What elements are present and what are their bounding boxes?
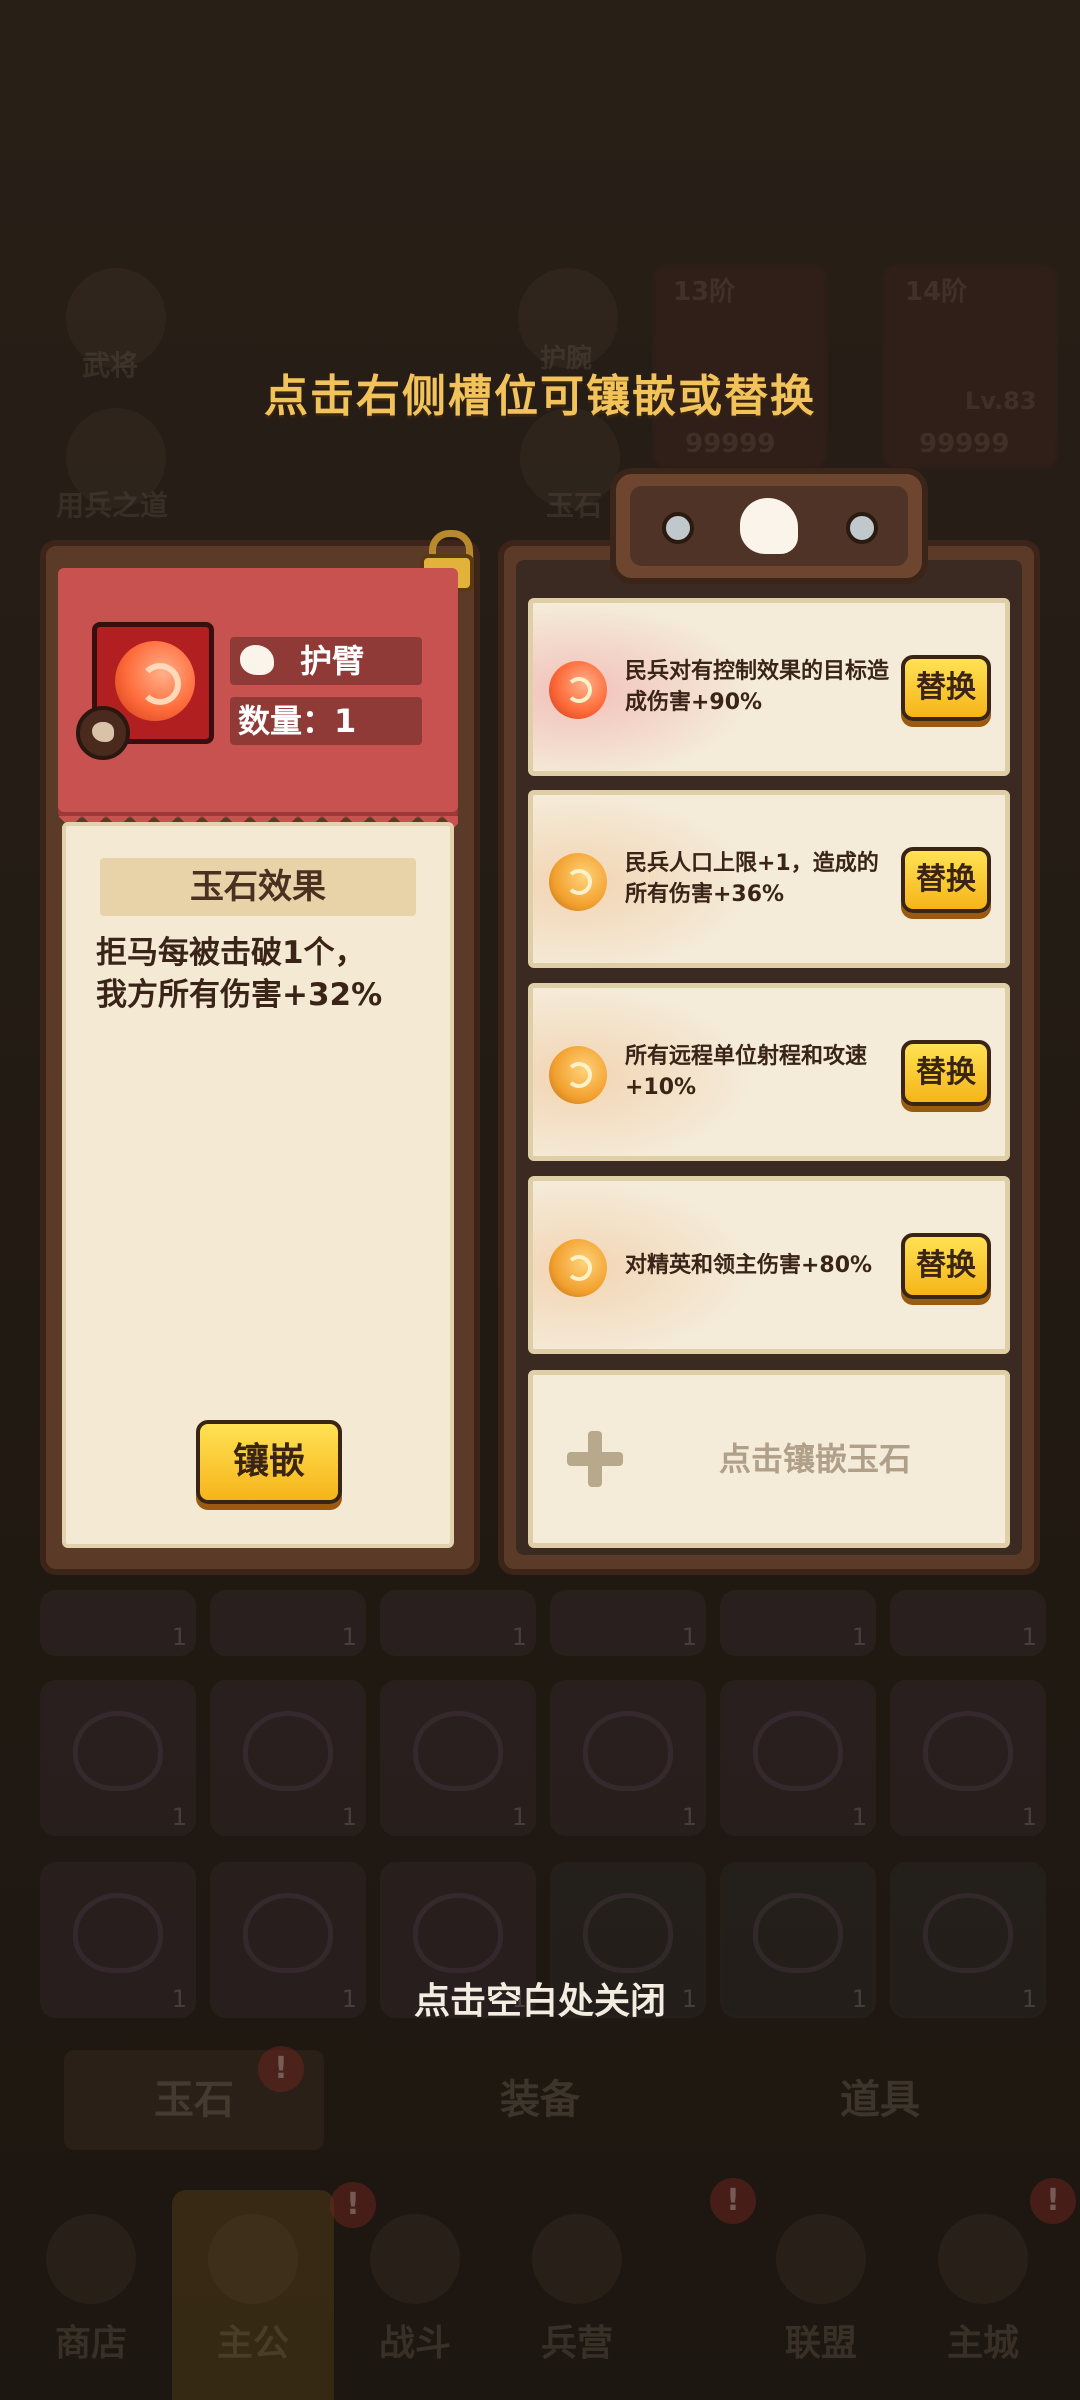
slot-effect-text: 民兵对有控制效果的目标造成伤害+90%: [625, 659, 890, 715]
effect-description: 拒马每被击破1个， 我方所有伤害+32%: [96, 935, 383, 1013]
slot-hint-text: 点击右侧槽位可镶嵌或替换: [264, 371, 816, 422]
armguard-icon: [740, 498, 798, 554]
red-jade-icon: [549, 661, 607, 719]
slot-effect-text: 所有远程单位射程和攻速+10%: [625, 1044, 868, 1100]
close-hint-text: 点击空白处关闭: [413, 1981, 666, 2022]
jade-slot-2[interactable]: 民兵人口上限+1，造成的所有伤害+36% 替换: [528, 790, 1010, 968]
rivet-icon: [846, 512, 878, 544]
replace-button[interactable]: 替换: [901, 655, 991, 721]
item-count: 数量：1: [230, 697, 422, 745]
replace-button[interactable]: 替换: [901, 1040, 991, 1106]
slot-effect-text: 对精英和领主伤害+80%: [625, 1252, 873, 1278]
empty-jade-slot[interactable]: 点击镶嵌玉石: [528, 1370, 1010, 1548]
armguard-icon: [236, 641, 280, 681]
effect-title: 玉石效果: [100, 858, 416, 916]
jade-slot-3[interactable]: 所有远程单位射程和攻速+10% 替换: [528, 983, 1010, 1161]
replace-button[interactable]: 替换: [901, 1233, 991, 1299]
rivet-icon: [662, 512, 694, 544]
jade-slot-1[interactable]: 民兵对有控制效果的目标造成伤害+90% 替换: [528, 598, 1010, 776]
empty-slot-label: 点击镶嵌玉石: [718, 1440, 911, 1478]
replace-button[interactable]: 替换: [901, 847, 991, 913]
orange-jade-icon: [549, 853, 607, 911]
armguard-slot-icon: [76, 706, 130, 760]
orange-jade-icon: [549, 1046, 607, 1104]
inlay-button[interactable]: 镶嵌: [196, 1420, 342, 1504]
jade-slot-4[interactable]: 对精英和领主伤害+80% 替换: [528, 1176, 1010, 1354]
orange-jade-icon: [549, 1239, 607, 1297]
slot-effect-text: 民兵人口上限+1，造成的所有伤害+36%: [625, 851, 879, 907]
plus-icon: [567, 1431, 623, 1487]
